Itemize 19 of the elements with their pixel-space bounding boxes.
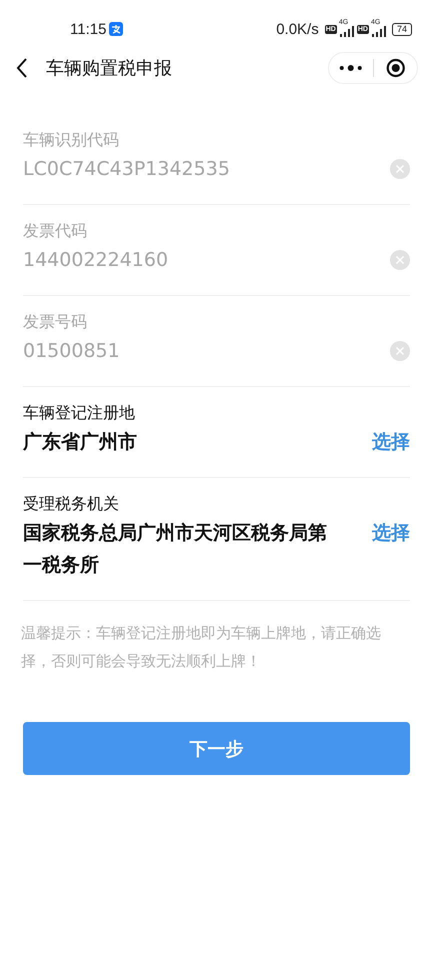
battery-icon: 74 xyxy=(392,22,412,36)
field-label: 车辆识别代码 xyxy=(23,129,120,151)
network-speed: 0.0K/s xyxy=(276,20,319,38)
field-label: 发票代码 xyxy=(23,220,88,242)
notice-text: 温馨提示：车辆登记注册地即为车辆上牌地，请正确选择，否则可能会导致无法顺利上牌！ xyxy=(21,623,382,672)
page-title: 车辆购置税申报 xyxy=(46,57,172,80)
app-icon xyxy=(109,22,124,36)
field-label: 车辆登记注册地 xyxy=(23,402,136,424)
field-label: 发票号码 xyxy=(23,311,88,333)
signal-icon xyxy=(340,26,354,36)
select-link[interactable]: 选择 xyxy=(372,517,410,549)
clock: 11:15 xyxy=(70,20,106,38)
select-link[interactable]: 选择 xyxy=(372,426,410,458)
field-value: 广东省广州市 xyxy=(23,430,138,455)
next-button[interactable]: 下一步 xyxy=(23,722,410,775)
field-value: 国家税务总局广州市天河区税务局第一税务所 xyxy=(23,521,328,578)
back-icon[interactable] xyxy=(16,58,28,78)
signal-icon xyxy=(372,26,386,36)
field-label: 受理税务机关 xyxy=(23,493,120,515)
